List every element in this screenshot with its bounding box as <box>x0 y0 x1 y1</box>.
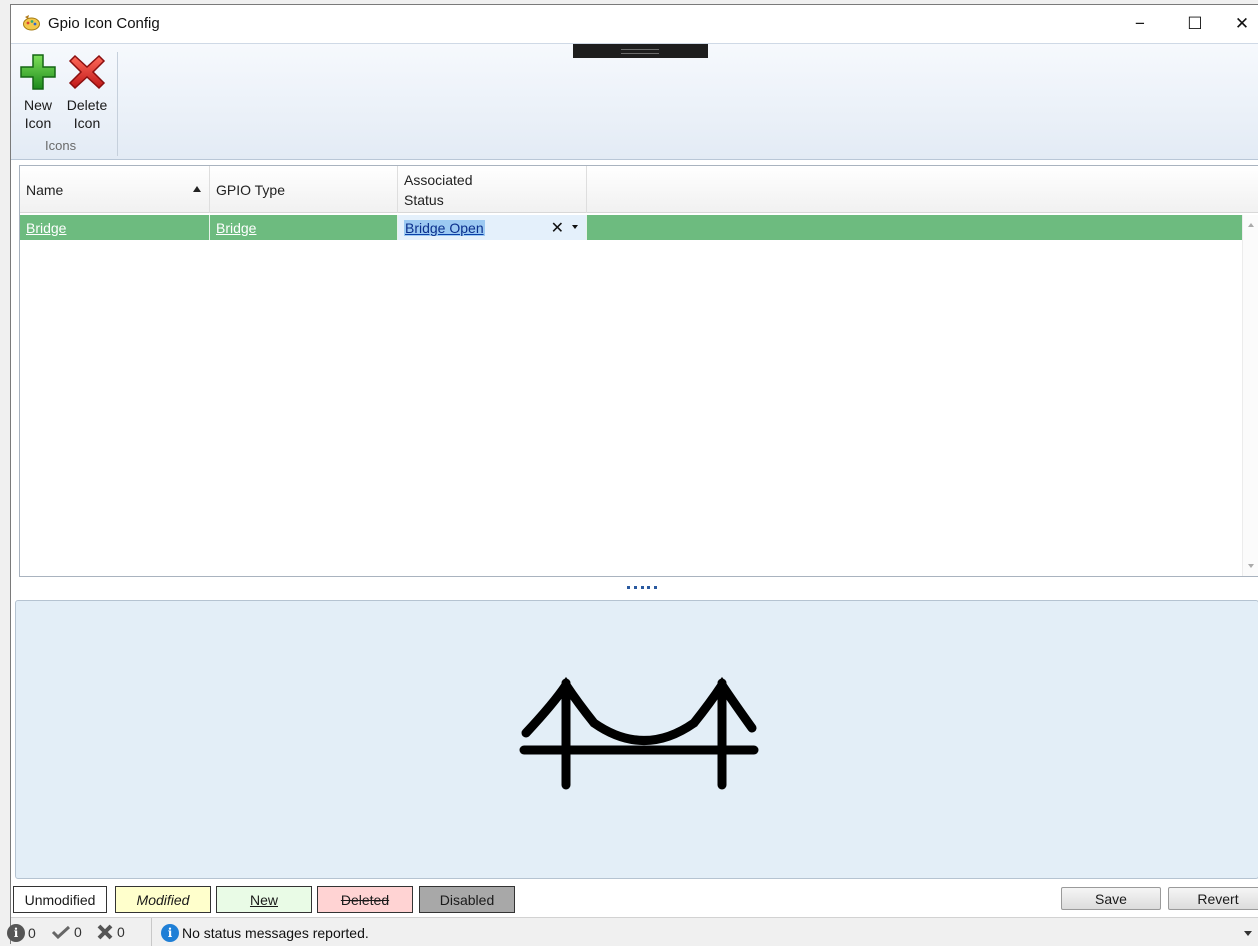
delete-icon-label-line1: Delete <box>66 97 108 113</box>
column-header-name[interactable]: Name <box>20 166 210 213</box>
minimize-button[interactable]: − <box>1112 5 1168 43</box>
chevron-down-icon[interactable] <box>572 225 578 229</box>
column-header-gpio-type-label: GPIO Type <box>216 181 285 198</box>
status-bar: i 0 0 0 i No status messages reported. <box>7 917 1258 946</box>
info-icon: i <box>7 924 25 942</box>
error-count-value: 0 <box>117 924 125 940</box>
ribbon-collapse-handle[interactable] <box>573 44 708 58</box>
error-x-icon <box>97 924 113 940</box>
new-icon-label-line2: Icon <box>24 115 52 131</box>
ribbon-toolbar: New Icon Delete Icon Icons <box>11 43 1258 160</box>
title-bar[interactable]: Gpio Icon Config − ☐ ✕ <box>11 5 1258 43</box>
scroll-down-icon[interactable] <box>1248 564 1254 568</box>
red-x-icon <box>68 54 106 90</box>
status-dropdown-icon[interactable] <box>1244 931 1252 936</box>
ribbon-group-separator <box>117 52 118 156</box>
cell-associated-status-dropdown[interactable]: Bridge Open ✕ <box>398 215 587 240</box>
cell-gpio-type[interactable]: Bridge <box>210 215 398 240</box>
column-header-associated-status[interactable]: Associated Status <box>398 166 587 213</box>
column-header-status-line2: Status <box>404 191 444 208</box>
error-count[interactable]: 0 <box>96 924 125 940</box>
gpio-icon-config-window: Gpio Icon Config − ☐ ✕ New Icon Delete I… <box>7 4 1258 946</box>
sort-ascending-icon <box>193 186 201 192</box>
delete-icon-button[interactable]: Delete Icon <box>65 52 109 138</box>
column-header-status-line1: Associated <box>404 171 473 188</box>
status-separator <box>151 918 152 946</box>
column-header-gpio-type[interactable]: GPIO Type <box>210 166 398 213</box>
legend-new: New <box>216 886 312 913</box>
new-icon-label-line1: New <box>23 97 52 113</box>
status-message: i No status messages reported. <box>161 924 369 942</box>
legend-modified: Modified <box>115 886 211 913</box>
checkmark-icon <box>51 925 71 939</box>
grid-header: Name GPIO Type Associated Status <box>20 166 1258 213</box>
legend-unmodified: Unmodified <box>13 886 107 913</box>
ok-count[interactable]: 0 <box>51 924 82 940</box>
icons-grid: Name GPIO Type Associated Status Bridge … <box>19 165 1258 577</box>
green-plus-icon <box>20 54 56 90</box>
cell-name[interactable]: Bridge <box>20 215 210 240</box>
splitter-handle[interactable] <box>627 586 657 592</box>
ok-count-value: 0 <box>74 924 82 940</box>
associated-status-value: Bridge Open <box>404 219 485 236</box>
status-message-text: No status messages reported. <box>182 925 369 941</box>
window-title: Gpio Icon Config <box>48 15 160 32</box>
table-row[interactable]: Bridge Bridge Bridge Open ✕ <box>20 215 1244 240</box>
info-count-value: 0 <box>28 925 36 941</box>
save-button[interactable]: Save <box>1061 887 1161 910</box>
legend-disabled: Disabled <box>419 886 515 913</box>
column-header-name-label: Name <box>26 181 64 198</box>
icon-preview-panel <box>15 600 1258 879</box>
delete-icon-label-line2: Icon <box>73 115 101 131</box>
vertical-scrollbar[interactable] <box>1242 215 1258 576</box>
bridge-icon <box>519 676 759 790</box>
ribbon-group-label: Icons <box>45 138 77 153</box>
new-icon-button[interactable]: New Icon <box>16 52 60 138</box>
info-message-icon: i <box>161 924 179 942</box>
clear-icon[interactable]: ✕ <box>551 218 564 238</box>
info-count[interactable]: i 0 <box>7 924 36 942</box>
legend-deleted: Deleted <box>317 886 413 913</box>
close-button[interactable]: ✕ <box>1214 5 1258 43</box>
scroll-up-icon[interactable] <box>1248 223 1254 227</box>
revert-button[interactable]: Revert <box>1168 887 1258 910</box>
app-icon <box>23 15 40 31</box>
